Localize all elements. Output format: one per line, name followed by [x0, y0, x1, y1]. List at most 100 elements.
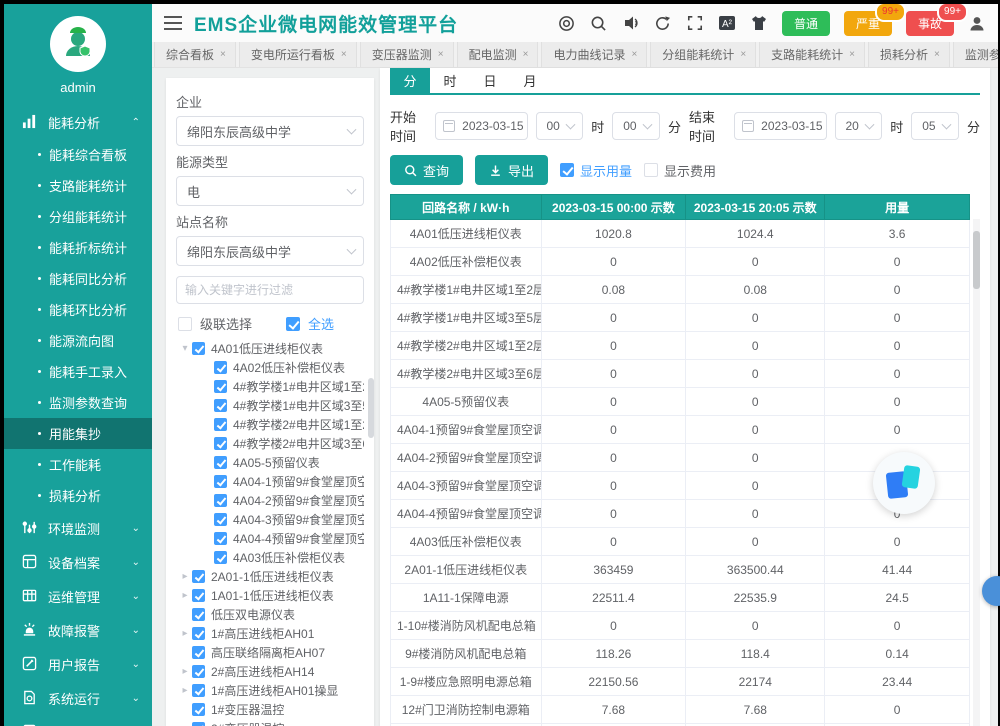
- tree-node[interactable]: 4A04-1预留9#食堂屋顶空调机组仪表: [176, 472, 364, 491]
- tree-node-checkbox[interactable]: [192, 589, 205, 602]
- tab-变电所运行看板[interactable]: 变电所运行看板×: [239, 42, 357, 67]
- sidebar-subitem[interactable]: 能耗折标统计: [4, 232, 152, 263]
- speaker-icon[interactable]: [622, 14, 640, 32]
- tree-node-checkbox[interactable]: [214, 532, 227, 545]
- select-all-checkbox[interactable]: [286, 317, 300, 331]
- tree-node-checkbox[interactable]: [192, 646, 205, 659]
- end-hour-select[interactable]: 20: [835, 112, 883, 140]
- tree-node[interactable]: 1#变压器温控: [176, 700, 364, 719]
- status-badge-normal[interactable]: 普通: [782, 11, 830, 36]
- sidebar-item-3[interactable]: 运维管理⌄: [4, 579, 152, 613]
- target-icon[interactable]: [558, 14, 576, 32]
- tree-node[interactable]: ▾4A01低压进线柜仪表: [176, 339, 364, 358]
- sidebar-subitem[interactable]: 工作能耗: [4, 449, 152, 480]
- table-row[interactable]: 2A01-1低压进线柜仪表363459363500.4441.44: [391, 556, 970, 584]
- table-row[interactable]: 1-9#楼应急照明电源总箱22150.562217423.44: [391, 668, 970, 696]
- sidebar-subitem[interactable]: 能耗综合看板: [4, 139, 152, 170]
- table-row[interactable]: 4A04-1预留9#食堂屋顶空调...000: [391, 416, 970, 444]
- table-row[interactable]: 4#教学楼1#电井区域3至5层...000: [391, 304, 970, 332]
- tree-node[interactable]: 2#变压器温控: [176, 719, 364, 726]
- tree-node[interactable]: 4A02低压补偿柜仪表: [176, 358, 364, 377]
- tree-node-checkbox[interactable]: [214, 513, 227, 526]
- tree-node[interactable]: ▸1A01-1低压进线柜仪表: [176, 586, 364, 605]
- table-row[interactable]: 1A11-1保障电源22511.422535.924.5: [391, 584, 970, 612]
- tree-node-checkbox[interactable]: [192, 342, 205, 355]
- tree-node-checkbox[interactable]: [192, 684, 205, 697]
- tab-变压器监测[interactable]: 变压器监测×: [360, 42, 454, 67]
- tree-node[interactable]: 4#教学楼1#电井区域1至2层动力仪表: [176, 377, 364, 396]
- show-cost-option[interactable]: 显示费用: [644, 161, 716, 180]
- menu-toggle-icon[interactable]: [164, 16, 182, 30]
- table-row[interactable]: 12#门卫消防控制电源箱7.687.680: [391, 696, 970, 724]
- table-row[interactable]: 4#教学楼2#电井区域3至6层...000: [391, 360, 970, 388]
- caret-icon[interactable]: ▸: [178, 685, 192, 696]
- search-icon[interactable]: [590, 14, 608, 32]
- sidebar-subitem[interactable]: 分组能耗统计: [4, 201, 152, 232]
- company-select[interactable]: 绵阳东辰高级中学: [176, 116, 364, 146]
- tab-分组能耗统计[interactable]: 分组能耗统计×: [650, 42, 756, 67]
- end-date-input[interactable]: 2023-03-15: [734, 112, 826, 140]
- tree-node-checkbox[interactable]: [192, 570, 205, 583]
- sidebar-subitem[interactable]: 损耗分析: [4, 480, 152, 511]
- tab-配电监测[interactable]: 配电监测×: [457, 42, 539, 67]
- caret-icon[interactable]: ▸: [178, 628, 192, 639]
- status-badge-severe[interactable]: 严重 99+: [844, 11, 892, 36]
- period-tab-时[interactable]: 时: [430, 68, 470, 93]
- start-date-input[interactable]: 2023-03-15: [435, 112, 527, 140]
- sidebar-item-7[interactable]: 基础信息⌄: [4, 715, 152, 726]
- show-usage-checkbox[interactable]: [560, 163, 574, 177]
- tree-node[interactable]: 低压双电源仪表: [176, 605, 364, 624]
- start-minute-select[interactable]: 00: [612, 112, 660, 140]
- fullscreen-icon[interactable]: [686, 14, 704, 32]
- start-hour-select[interactable]: 00: [536, 112, 584, 140]
- table-scrollbar[interactable]: [973, 219, 980, 726]
- tab-电力曲线记录[interactable]: 电力曲线记录×: [541, 42, 647, 67]
- close-icon[interactable]: ×: [341, 49, 347, 60]
- tree-node[interactable]: 4A04-2预留9#食堂屋顶空调机组仪表: [176, 491, 364, 510]
- refresh-icon[interactable]: [654, 14, 672, 32]
- export-button[interactable]: 导出: [475, 155, 548, 185]
- tree-node[interactable]: 4A03低压补偿柜仪表: [176, 548, 364, 567]
- tree-node[interactable]: ▸2A01-1低压进线柜仪表: [176, 567, 364, 586]
- tree-node-checkbox[interactable]: [214, 437, 227, 450]
- tab-综合看板[interactable]: 综合看板×: [154, 42, 236, 67]
- tree-node[interactable]: 4A05-5预留仪表: [176, 453, 364, 472]
- translate-icon[interactable]: A²: [718, 14, 736, 32]
- end-minute-select[interactable]: 05: [911, 112, 959, 140]
- period-tab-日[interactable]: 日: [470, 68, 510, 93]
- sidebar-subitem[interactable]: 监测参数查询: [4, 387, 152, 418]
- show-cost-checkbox[interactable]: [644, 163, 658, 177]
- cascade-checkbox[interactable]: [178, 317, 192, 331]
- sidebar-item-1[interactable]: 环境监测⌄: [4, 511, 152, 545]
- tree-node[interactable]: 4#教学楼2#电井区域1至2层动力仪表: [176, 415, 364, 434]
- tree-node-checkbox[interactable]: [214, 456, 227, 469]
- sidebar-item-6[interactable]: 系统运行⌄: [4, 681, 152, 715]
- scrollbar-thumb[interactable]: [973, 231, 980, 289]
- tree-node-checkbox[interactable]: [214, 399, 227, 412]
- sidebar-subitem[interactable]: 能耗手工录入: [4, 356, 152, 387]
- tree-node-checkbox[interactable]: [214, 380, 227, 393]
- tree-node-checkbox[interactable]: [192, 627, 205, 640]
- tree-node-checkbox[interactable]: [214, 475, 227, 488]
- tree-node-checkbox[interactable]: [192, 722, 205, 726]
- close-icon[interactable]: ×: [523, 49, 529, 60]
- tree-scrollbar[interactable]: [368, 378, 374, 438]
- sidebar-item-5[interactable]: 用户报告⌄: [4, 647, 152, 681]
- tree-node-checkbox[interactable]: [192, 608, 205, 621]
- tree-node[interactable]: 4#教学楼1#电井区域3至5层动力仪表: [176, 396, 364, 415]
- tree-node-checkbox[interactable]: [214, 494, 227, 507]
- user-icon[interactable]: [968, 14, 986, 32]
- avatar[interactable]: [50, 16, 106, 72]
- tree-node[interactable]: 4A04-4预留9#食堂屋顶空调机组仪表: [176, 529, 364, 548]
- table-row[interactable]: 4#教学楼1#电井区域1至2层...0.080.080: [391, 276, 970, 304]
- sidebar-item-4[interactable]: 故障报警⌄: [4, 613, 152, 647]
- close-icon[interactable]: ×: [220, 49, 226, 60]
- close-icon[interactable]: ×: [934, 49, 940, 60]
- tab-监测参数查询[interactable]: 监测参数查询×: [953, 42, 998, 67]
- period-tab-月[interactable]: 月: [510, 68, 550, 93]
- close-icon[interactable]: ×: [740, 49, 746, 60]
- sidebar-item-2[interactable]: 设备档案⌄: [4, 545, 152, 579]
- tree-node[interactable]: ▸2#高压进线柜AH14: [176, 662, 364, 681]
- table-row[interactable]: 4#教学楼2#电井区域1至2层...000: [391, 332, 970, 360]
- table-row[interactable]: 4A03低压补偿柜仪表000: [391, 528, 970, 556]
